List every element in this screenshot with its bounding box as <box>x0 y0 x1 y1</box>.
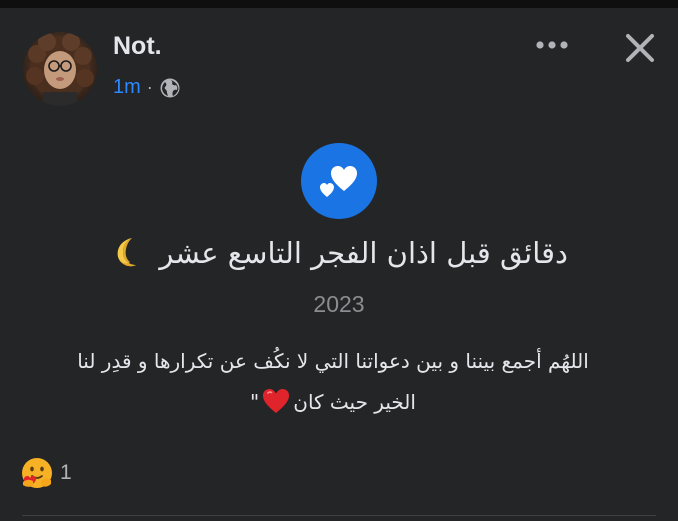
body-line-2-end: " <box>250 390 260 414</box>
globe-icon[interactable] <box>159 77 181 99</box>
body-line-2: الخير حيث كان " <box>30 382 636 423</box>
meta-separator: · <box>146 77 153 97</box>
top-bar <box>0 0 678 8</box>
more-horizontal-icon <box>536 41 568 49</box>
close-icon <box>626 34 654 62</box>
body-line-1: اللهُم أجمع بيننا و بين دعواتنا التي لا … <box>77 349 589 373</box>
feeling-badge <box>301 143 377 219</box>
post-meta: 1m · <box>113 76 181 99</box>
hearts-icon <box>320 166 357 197</box>
red-heart-icon <box>261 387 291 415</box>
headline-text: دقائق قبل اذان الفجر التاسع عشر <box>159 236 568 270</box>
crescent-moon-icon <box>110 235 144 269</box>
avatar[interactable] <box>23 32 97 106</box>
close-button[interactable] <box>618 26 662 70</box>
timestamp[interactable]: 1m <box>113 76 141 99</box>
care-reaction-icon <box>22 458 52 488</box>
divider <box>22 515 656 516</box>
body-line-2-text: الخير حيث كان <box>293 390 416 414</box>
reactions-summary[interactable]: 1 <box>20 456 72 490</box>
post-headline: دقائق قبل اذان الفجر التاسع عشر <box>40 235 638 270</box>
reaction-count: 1 <box>60 461 72 484</box>
post-card: Not. 1m · دقائق قبل اذان الفجر التاسع عش… <box>0 8 678 521</box>
post-body: اللهُم أجمع بيننا و بين دعواتنا التي لا … <box>30 341 636 423</box>
post-year: 2023 <box>313 291 365 317</box>
more-options-button[interactable] <box>530 30 574 60</box>
author-name[interactable]: Not. <box>113 32 162 61</box>
